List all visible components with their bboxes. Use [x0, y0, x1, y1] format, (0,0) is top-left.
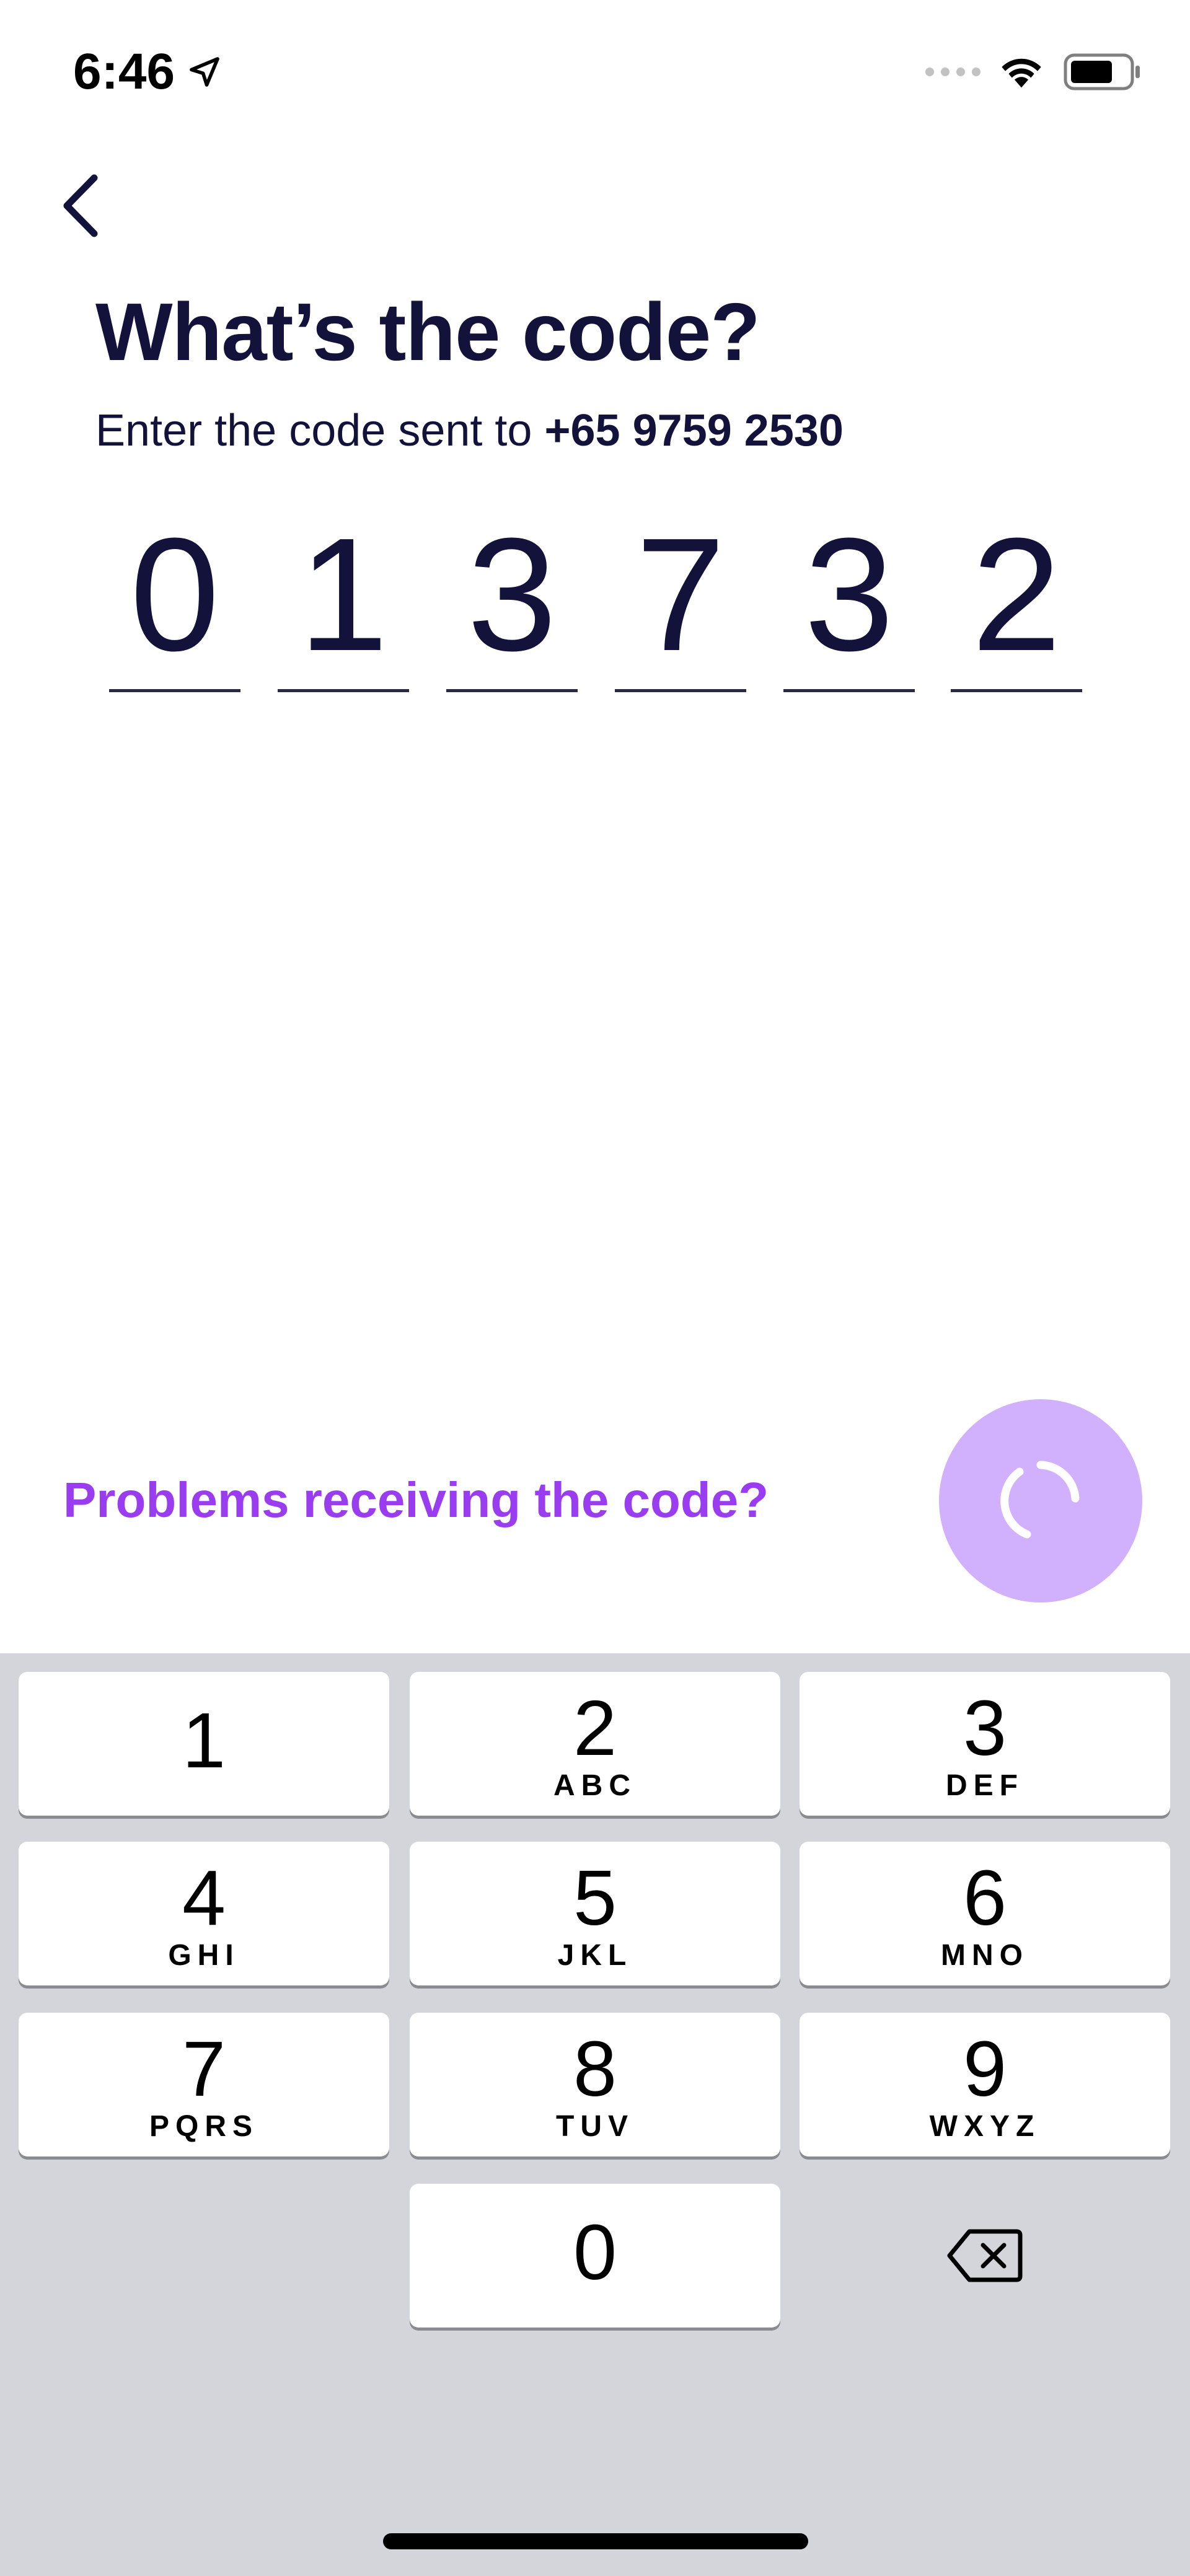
status-icons: [925, 53, 1142, 90]
key-letters: ABC: [553, 1769, 637, 1802]
phone-number: +65 9759 2530: [544, 406, 844, 455]
key-7[interactable]: 7 PQRS: [19, 2013, 389, 2156]
code-digit-cell[interactable]: 0: [109, 508, 240, 694]
key-letters: PQRS: [149, 2110, 259, 2143]
key-digit: 5: [573, 1854, 617, 1941]
delete-key[interactable]: [800, 2184, 1170, 2328]
key-digit: 0: [573, 2209, 617, 2296]
key-digit: 7: [182, 2025, 226, 2112]
code-digit-cell[interactable]: 3: [446, 508, 578, 694]
code-input[interactable]: 0 1 3 7 3 2: [109, 508, 1082, 694]
code-digit-cell[interactable]: 7: [615, 508, 746, 694]
key-letters: DEF: [946, 1769, 1024, 1802]
key-5[interactable]: 5 JKL: [410, 1842, 780, 1985]
key-letters: JKL: [557, 1939, 633, 1972]
key-0[interactable]: 0: [410, 2184, 780, 2328]
code-underline: [615, 689, 746, 692]
key-4[interactable]: 4 GHI: [19, 1842, 389, 1985]
chevron-left-icon: [63, 174, 98, 237]
code-digit-cell[interactable]: 1: [278, 508, 409, 694]
key-digit: 8: [573, 2025, 617, 2112]
loading-spinner-icon: [1000, 1461, 1080, 1539]
key-digit: 9: [963, 2025, 1007, 2112]
key-digit: 1: [182, 1697, 226, 1784]
page-title: What’s the code?: [95, 286, 760, 377]
key-8[interactable]: 8 TUV: [410, 2013, 780, 2156]
home-indicator[interactable]: [383, 2533, 808, 2549]
code-underline: [278, 689, 409, 692]
battery-icon: [1064, 53, 1140, 90]
key-3[interactable]: 3 DEF: [800, 1672, 1170, 1816]
code-digit: 3: [804, 505, 894, 685]
status-time: 6:46: [73, 41, 222, 103]
code-underline: [446, 689, 578, 692]
code-digit: 0: [130, 505, 220, 685]
key-digit: 2: [573, 1684, 617, 1772]
code-underline: [109, 689, 240, 692]
key-letters: MNO: [941, 1939, 1029, 1972]
key-9[interactable]: 9 WXYZ: [800, 2013, 1170, 2156]
problems-receiving-code-link[interactable]: Problems receiving the code?: [63, 1466, 769, 1534]
key-letters: TUV: [556, 2110, 634, 2143]
code-digit: 7: [635, 505, 726, 685]
key-digit: 6: [963, 1854, 1007, 1941]
code-underline: [783, 689, 915, 692]
key-digit: 3: [963, 1684, 1007, 1772]
code-digit: 3: [467, 505, 557, 685]
key-digit: 4: [182, 1854, 226, 1941]
submit-button[interactable]: [939, 1399, 1142, 1602]
status-time-text: 6:46: [73, 43, 175, 100]
key-6[interactable]: 6 MNO: [800, 1842, 1170, 1985]
back-button[interactable]: [37, 162, 124, 249]
code-digit: 1: [298, 505, 389, 685]
location-arrow-icon: [190, 57, 219, 87]
key-1[interactable]: 1: [19, 1672, 389, 1816]
code-digit-cell[interactable]: 3: [783, 508, 915, 694]
code-underline: [951, 689, 1082, 692]
subtitle-text: Enter the code sent to: [95, 406, 545, 455]
backspace-icon: [947, 2229, 1023, 2282]
key-letters: WXYZ: [929, 2110, 1041, 2143]
signal-dots-icon: [925, 68, 981, 76]
key-letters: GHI: [168, 1939, 240, 1972]
code-digit: 2: [971, 505, 1062, 685]
wifi-icon: [1002, 58, 1041, 88]
page-subtitle: Enter the code sent to +65 9759 2530: [95, 400, 844, 462]
code-digit-cell[interactable]: 2: [951, 508, 1082, 694]
key-2[interactable]: 2 ABC: [410, 1672, 780, 1816]
